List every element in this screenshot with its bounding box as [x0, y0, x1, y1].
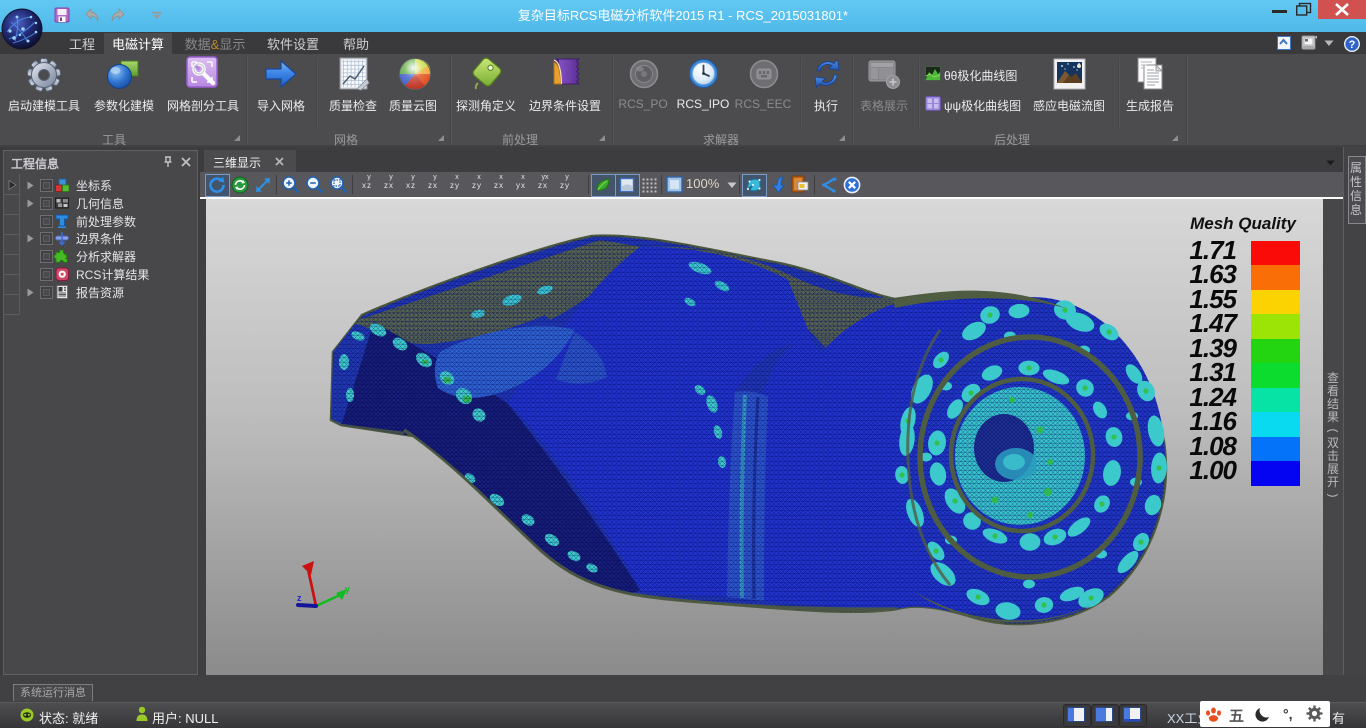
svg-text:x: x — [305, 562, 310, 572]
svg-text:y: y — [345, 584, 350, 594]
svg-text:z: z — [297, 593, 302, 603]
svg-text:?: ? — [1349, 39, 1356, 51]
